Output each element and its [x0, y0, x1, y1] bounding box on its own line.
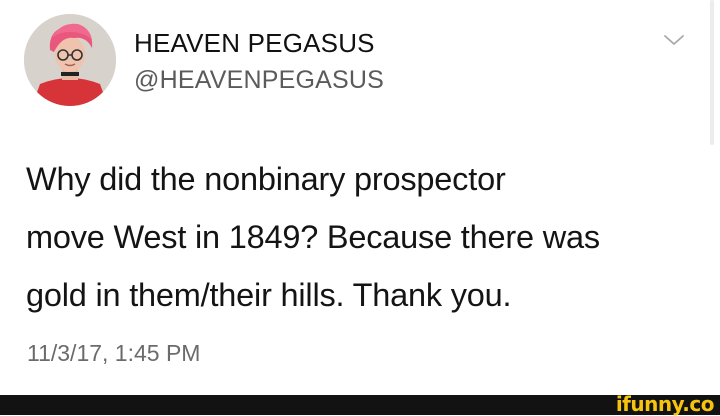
profile-photo-icon — [24, 14, 116, 106]
tweet-text-line: move West in 1849? Because there was — [26, 219, 600, 255]
tweet-text-line: gold in them/their hills. Thank you. — [26, 277, 512, 313]
watermark-bar: ifunny.co — [0, 392, 720, 416]
tweet-timestamp[interactable]: 11/3/17, 1:45 PM — [27, 340, 200, 367]
ifunny-watermark: ifunny.co — [615, 392, 715, 416]
chevron-down-icon[interactable] — [662, 32, 686, 48]
user-handle[interactable]: @HEAVENPEGASUS — [134, 66, 384, 95]
display-name[interactable]: HEAVEN PEGASUS — [134, 28, 375, 59]
tweet-text: Why did the nonbinary prospector move We… — [26, 150, 706, 324]
tweet-text-line: Why did the nonbinary prospector — [26, 161, 506, 197]
avatar[interactable] — [24, 14, 116, 106]
scrollbar[interactable] — [710, 0, 714, 145]
tweet-card: HEAVEN PEGASUS @HEAVENPEGASUS Why did th… — [0, 0, 720, 395]
